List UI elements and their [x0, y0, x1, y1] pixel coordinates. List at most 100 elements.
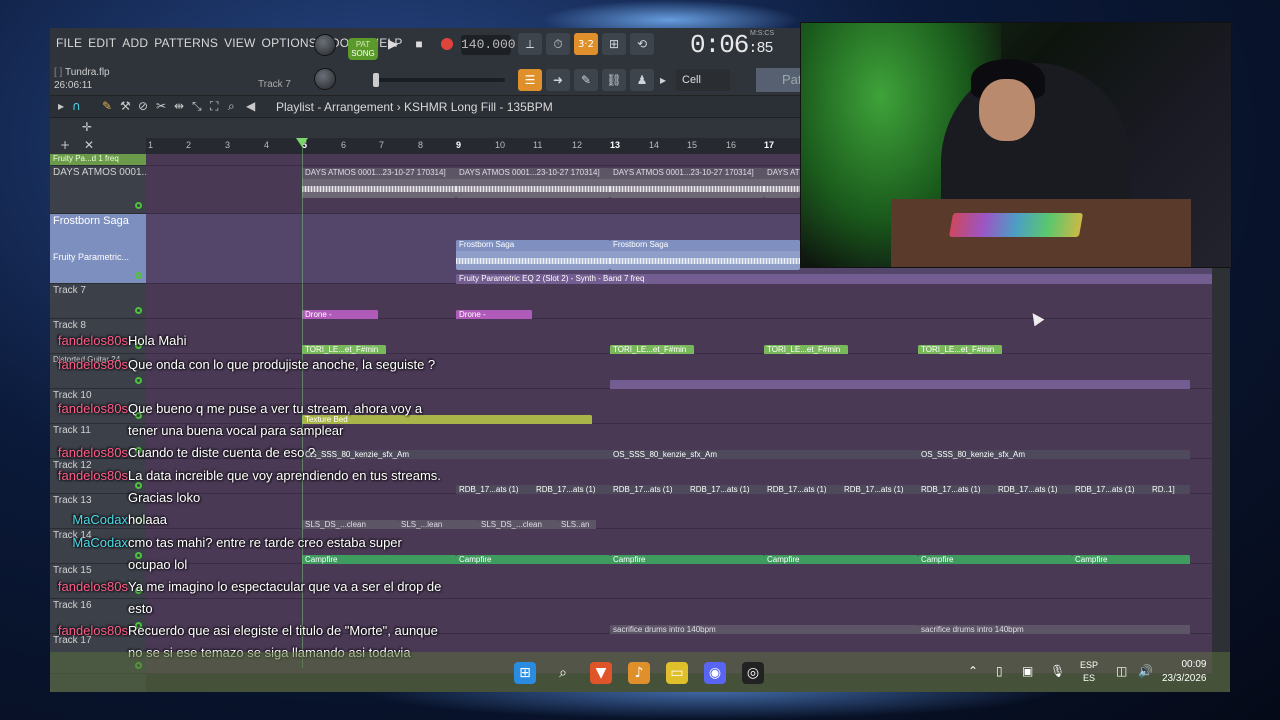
- clip-label: DAYS ATMOS 0001...23-10-27 170314]: [456, 168, 610, 179]
- microphone-icon[interactable]: 🎙: [1050, 664, 1065, 678]
- bar-number: 3: [225, 140, 231, 150]
- network-tray-icon[interactable]: ▣: [1022, 664, 1033, 678]
- master-pitch-knob[interactable]: [314, 68, 336, 90]
- language-indicator[interactable]: ESP ES: [1080, 659, 1098, 685]
- chat-text: holaaa: [128, 512, 168, 527]
- magnet-icon[interactable]: ∩: [72, 99, 81, 113]
- bar-number: 17: [764, 140, 775, 150]
- streamer-face: [979, 79, 1035, 141]
- pencil-icon[interactable]: ✎: [102, 99, 112, 113]
- stamp-icon[interactable]: ♟: [630, 69, 654, 91]
- search-icon[interactable]: ⌕: [552, 662, 574, 684]
- menu-arrow-icon[interactable]: ▸: [58, 99, 64, 113]
- chat-username: fandelos80s: [57, 468, 128, 483]
- obs-icon[interactable]: ◎: [742, 662, 764, 684]
- wait-input-icon[interactable]: ⏱: [546, 33, 570, 55]
- countdown-icon[interactable]: 3·2: [574, 33, 598, 55]
- delete-icon[interactable]: ⊘: [138, 99, 148, 113]
- bar-number: 2: [186, 140, 192, 150]
- master-volume-knob[interactable]: [314, 34, 336, 56]
- volume-icon[interactable]: 🔊: [1138, 664, 1153, 678]
- audio-clip[interactable]: Frostborn Saga: [610, 240, 800, 270]
- bar-number: 6: [341, 140, 347, 150]
- track-name: Track 15: [53, 565, 92, 576]
- loop-record-icon[interactable]: ⟲: [630, 33, 654, 55]
- close-icon[interactable]: ✕: [84, 138, 94, 152]
- link-icon[interactable]: ⛓: [602, 69, 626, 91]
- wifi-icon[interactable]: ◫: [1116, 664, 1127, 678]
- menu-options[interactable]: OPTIONS: [262, 36, 317, 50]
- menu-file[interactable]: FILE: [56, 36, 82, 50]
- play-button[interactable]: ▶: [382, 33, 404, 55]
- clip-label: Frostborn Saga: [610, 240, 800, 251]
- record-button[interactable]: [436, 33, 458, 55]
- track-name: Track 11: [53, 425, 91, 436]
- bar-number: 7: [379, 140, 385, 150]
- track-lane[interactable]: Drone - Drone -: [146, 284, 1212, 340]
- pattern-song-toggle[interactable]: PAT SONG: [348, 38, 378, 60]
- tray-overflow-icon[interactable]: ⌃: [968, 664, 978, 678]
- clip-waveform: [302, 179, 456, 198]
- menu-edit[interactable]: EDIT: [88, 36, 116, 50]
- track-name: Frostborn Saga: [53, 215, 129, 227]
- master-pitch-slider[interactable]: [373, 73, 505, 87]
- track-header[interactable]: Track 7: [50, 284, 146, 319]
- zoom-icon[interactable]: ⌕: [228, 99, 235, 114]
- chat-username: MaCodax: [72, 512, 128, 527]
- playhead-marker[interactable]: [296, 138, 308, 147]
- track-enable-led[interactable]: [135, 202, 142, 209]
- bar-number: 14: [649, 140, 660, 150]
- clock-time: 00:09: [1181, 659, 1207, 670]
- audio-clip[interactable]: DAYS ATMOS 0001...23-10-27 170314]: [610, 168, 764, 198]
- track-header[interactable]: Fruity Pa...d 1 freq: [50, 154, 146, 166]
- slice-icon[interactable]: ⤡: [192, 99, 202, 114]
- chat-text: La data increible que voy aprendiendo en…: [128, 468, 441, 505]
- clip-waveform: [456, 179, 610, 198]
- audio-clip[interactable]: DAYS ATMOS 0001...23-10-27 170314]: [764, 168, 800, 198]
- windows-start-icon[interactable]: ⊞: [514, 662, 536, 684]
- track-enable-led[interactable]: [135, 377, 142, 384]
- clock[interactable]: 00:09 23/3/2026: [1162, 658, 1207, 686]
- piano-roll-icon[interactable]: ➜: [546, 69, 570, 91]
- track-name: Track 16: [53, 600, 92, 611]
- menu-patterns[interactable]: PATTERNS: [154, 36, 218, 50]
- audio-clip[interactable]: DAYS ATMOS 0001...23-10-27 170314]: [302, 168, 456, 198]
- add-icon[interactable]: +: [60, 138, 70, 152]
- mute-icon[interactable]: ✂: [156, 99, 166, 113]
- menu-view[interactable]: VIEW: [224, 36, 255, 50]
- clip-waveform: [610, 251, 800, 270]
- clock-date: 23/3/2026: [1162, 673, 1207, 684]
- project-elapsed-time: 26:06:11: [54, 80, 93, 91]
- chat-username: MaCodax: [72, 535, 128, 550]
- track-header[interactable]: DAYS ATMOS 0001...: [50, 166, 150, 214]
- track-name: DAYS ATMOS 0001...: [53, 167, 150, 178]
- fl-studio-icon[interactable]: ♪: [628, 662, 650, 684]
- playback-icon[interactable]: ◀: [246, 99, 255, 113]
- track-enable-led[interactable]: [135, 307, 142, 314]
- discord-icon[interactable]: ◉: [704, 662, 726, 684]
- windows-taskbar: ⊞ ⌕ ▼ ♪ ▭ ◉ ◎ ⌃ ▯ ▣ 🎙 ESP ES ◫ 🔊 00:09 23/…: [50, 652, 1230, 692]
- playlist-icon[interactable]: ☰: [518, 69, 542, 91]
- menu-add[interactable]: ADD: [122, 36, 148, 50]
- metronome-icon[interactable]: ⟂: [518, 33, 542, 55]
- brave-browser-icon[interactable]: ▼: [590, 662, 612, 684]
- tempo-display[interactable]: 140.000: [461, 35, 516, 55]
- slip-icon[interactable]: ⇹: [174, 99, 184, 113]
- cross-icon[interactable]: ✛: [82, 120, 92, 134]
- snap-select[interactable]: Cell: [676, 69, 730, 91]
- audio-clip[interactable]: DAYS ATMOS 0001...23-10-27 170314]: [456, 168, 610, 198]
- track-enable-led[interactable]: [135, 272, 142, 279]
- select-icon[interactable]: ⛶: [210, 99, 218, 114]
- bar-number: 4: [264, 140, 270, 150]
- track-header[interactable]: Frostborn Saga Fruity Parametric...: [50, 214, 146, 284]
- file-explorer-icon[interactable]: ▭: [666, 662, 688, 684]
- channel-rack-icon[interactable]: ✎: [574, 69, 598, 91]
- clip-waveform: [764, 179, 800, 198]
- slider-handle[interactable]: [373, 73, 379, 87]
- battery-icon[interactable]: ▯: [996, 664, 1003, 678]
- paint-icon[interactable]: ⚒: [120, 99, 131, 113]
- snap-arrow-icon[interactable]: ▸: [654, 69, 672, 91]
- stop-button[interactable]: ■: [408, 33, 430, 55]
- audio-clip[interactable]: Frostborn Saga: [456, 240, 610, 270]
- step-edit-icon[interactable]: ⊞: [602, 33, 626, 55]
